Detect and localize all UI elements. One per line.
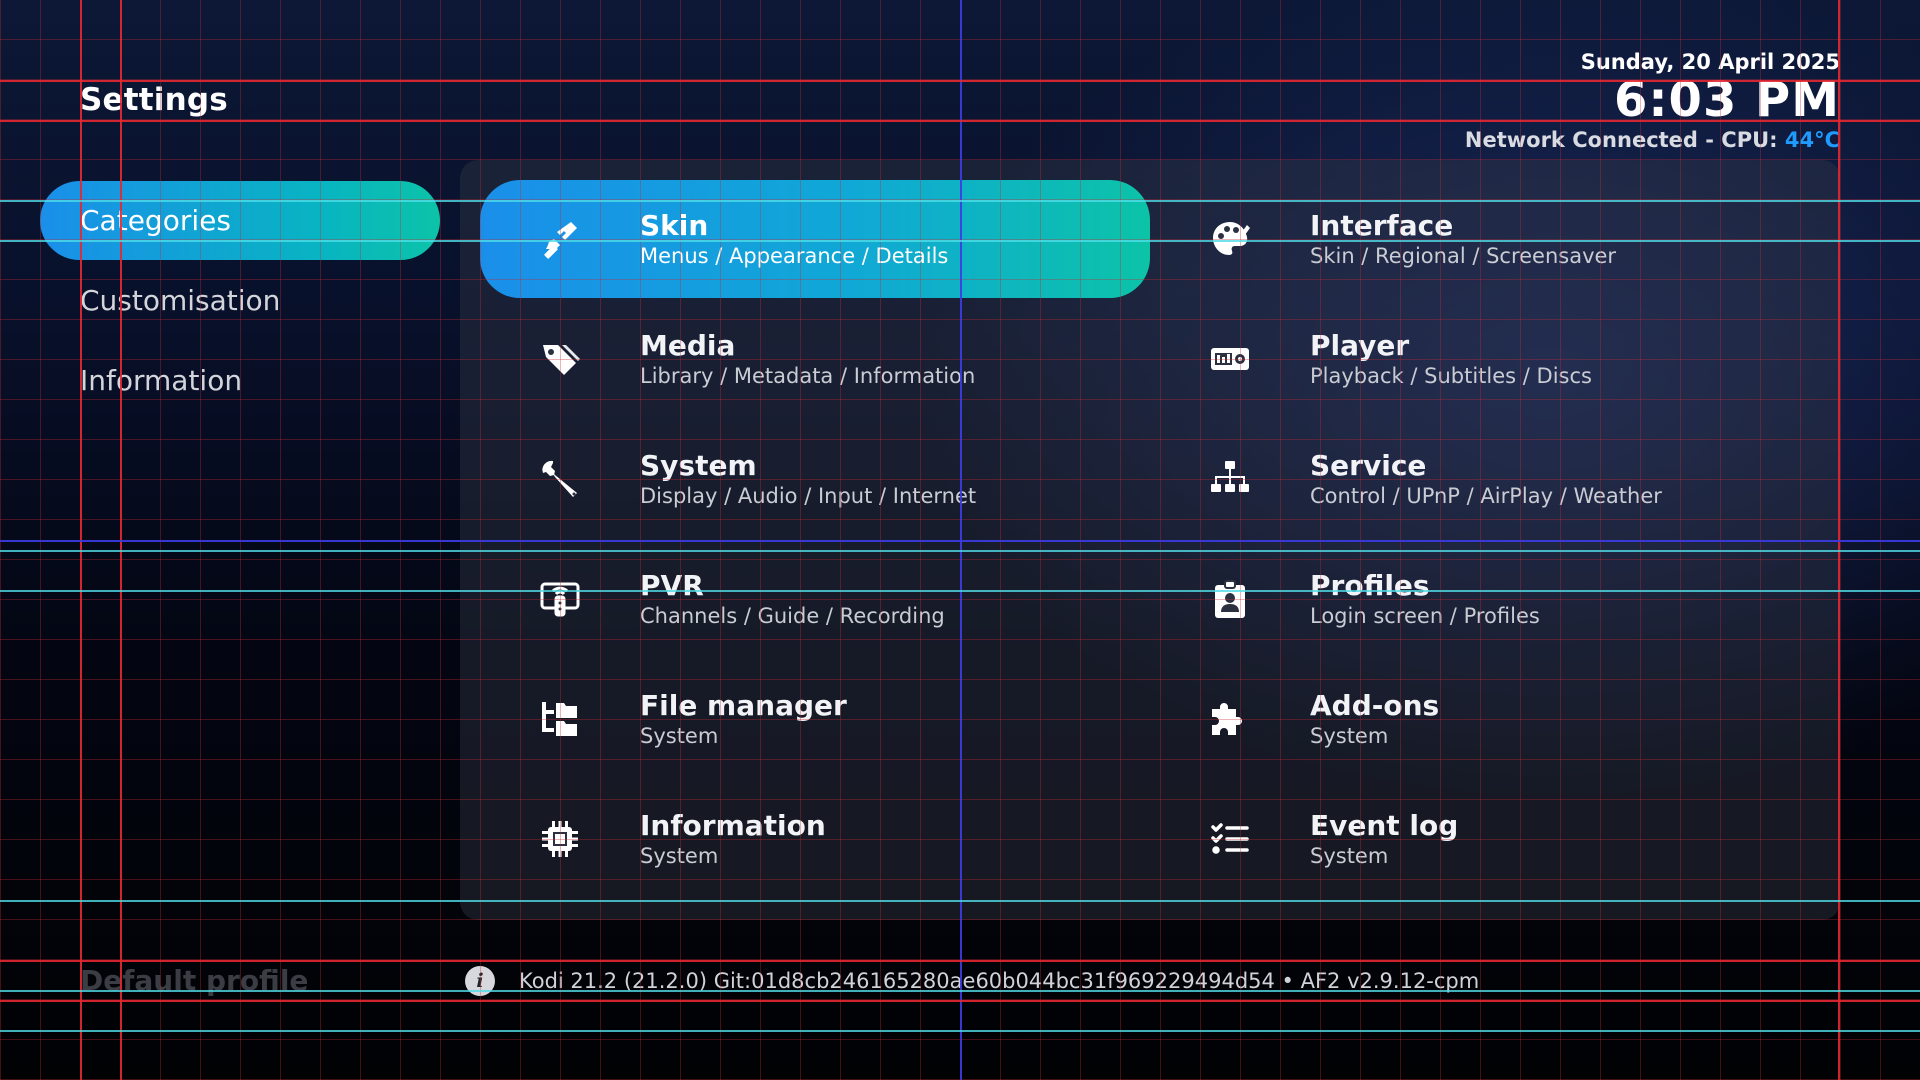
version-text: Kodi 21.2 (21.2.0) Git:01d8cb246165280ae… xyxy=(519,969,1480,993)
settings-panel: Skin Menus / Appearance / Details Interf… xyxy=(460,160,1840,920)
tile-subtitle: System xyxy=(1310,844,1389,868)
cpu-temperature: 44°C xyxy=(1784,128,1840,152)
tile-subtitle: System xyxy=(640,844,719,868)
wrench-icon xyxy=(540,459,580,499)
tile-media[interactable]: Media Library / Metadata / Information xyxy=(480,300,1150,418)
tile-title: Information xyxy=(640,809,826,842)
profile-label: Default profile xyxy=(80,964,309,997)
id-badge-icon xyxy=(1210,579,1250,619)
sidebar-item-label: Information xyxy=(80,364,243,397)
tile-subtitle: Login screen / Profiles xyxy=(1310,604,1540,628)
clock-block: Sunday, 20 April 2025 6:03 PM Network Co… xyxy=(1465,50,1840,152)
tile-subtitle: Control / UPnP / AirPlay / Weather xyxy=(1310,484,1662,508)
tile-title: Service xyxy=(1310,449,1427,482)
system-status: Network Connected - CPU: 44°C xyxy=(1465,128,1840,152)
sidebar-item-label: Customisation xyxy=(80,284,281,317)
tile-subtitle: Library / Metadata / Information xyxy=(640,364,976,388)
tags-icon xyxy=(540,339,580,379)
tv-icon xyxy=(540,579,580,619)
tile-service[interactable]: Service Control / UPnP / AirPlay / Weath… xyxy=(1150,420,1820,538)
info-icon: i xyxy=(465,966,495,996)
tile-title: Event log xyxy=(1310,809,1459,842)
guide-line xyxy=(80,0,82,1080)
tile-title: System xyxy=(640,449,757,482)
sidebar-item-categories[interactable]: Categories xyxy=(40,181,440,260)
tile-skin[interactable]: Skin Menus / Appearance / Details xyxy=(480,180,1150,298)
tile-subtitle: Skin / Regional / Screensaver xyxy=(1310,244,1617,268)
tile-subtitle: Playback / Subtitles / Discs xyxy=(1310,364,1592,388)
paintbrush-icon xyxy=(540,219,580,259)
sidebar: Categories Customisation Information xyxy=(40,181,440,421)
tile-event-log[interactable]: Event log System xyxy=(1150,780,1820,898)
guide-line xyxy=(120,0,122,1080)
tile-title: Skin xyxy=(640,209,709,242)
tile-information[interactable]: Information System xyxy=(480,780,1150,898)
tile-system[interactable]: System Display / Audio / Input / Interne… xyxy=(480,420,1150,538)
tile-subtitle: System xyxy=(640,724,719,748)
tile-title: Player xyxy=(1310,329,1410,362)
tile-title: File manager xyxy=(640,689,847,722)
tile-subtitle: Channels / Guide / Recording xyxy=(640,604,945,628)
network-icon xyxy=(1210,459,1250,499)
tile-title: PVR xyxy=(640,569,704,602)
guide-line xyxy=(0,1000,1920,1002)
clock-time: 6:03 PM xyxy=(1613,72,1840,128)
tile-title: Media xyxy=(640,329,736,362)
page-title: Settings xyxy=(80,82,228,118)
tile-subtitle: System xyxy=(1310,724,1389,748)
tile-title: Interface xyxy=(1310,209,1454,242)
sidebar-item-customisation[interactable]: Customisation xyxy=(40,261,440,340)
tile-pvr[interactable]: PVR Channels / Guide / Recording xyxy=(480,540,1150,658)
puzzle-icon xyxy=(1210,699,1250,739)
tile-subtitle: Display / Audio / Input / Internet xyxy=(640,484,977,508)
sidebar-item-label: Categories xyxy=(80,204,231,237)
chip-icon xyxy=(540,819,580,859)
tile-interface[interactable]: Interface Skin / Regional / Screensaver xyxy=(1150,180,1820,298)
tile-title: Add-ons xyxy=(1310,689,1440,722)
tile-title: Profiles xyxy=(1310,569,1430,602)
player-icon xyxy=(1210,339,1250,379)
network-status: Network Connected - CPU: xyxy=(1464,128,1785,152)
tile-add-ons[interactable]: Add-ons System xyxy=(1150,660,1820,778)
sidebar-item-information[interactable]: Information xyxy=(40,341,440,420)
date-label: Sunday, 20 April 2025 xyxy=(1580,50,1840,74)
guide-line xyxy=(0,960,1920,962)
tile-subtitle: Menus / Appearance / Details xyxy=(640,244,949,268)
tile-player[interactable]: Player Playback / Subtitles / Discs xyxy=(1150,300,1820,418)
list-check-icon xyxy=(1210,819,1250,859)
tile-profiles[interactable]: Profiles Login screen / Profiles xyxy=(1150,540,1820,658)
palette-icon xyxy=(1210,219,1250,259)
version-info: i Kodi 21.2 (21.2.0) Git:01d8cb246165280… xyxy=(465,966,1479,996)
guide-line xyxy=(0,1030,1920,1032)
folder-tree-icon xyxy=(540,699,580,739)
tile-file-manager[interactable]: File manager System xyxy=(480,660,1150,778)
